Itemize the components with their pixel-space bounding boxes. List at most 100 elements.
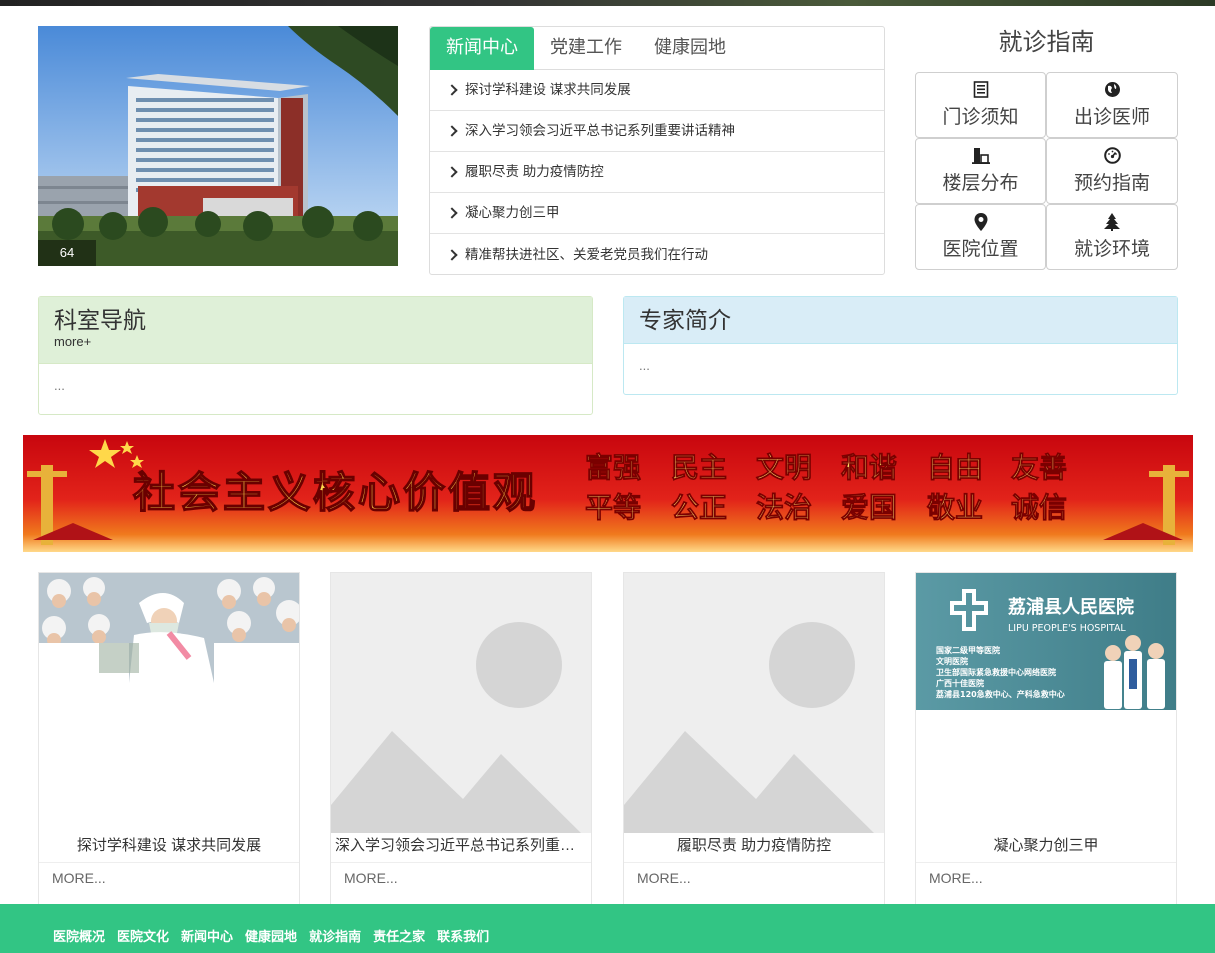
tab-party-work[interactable]: 党建工作 [534, 27, 638, 70]
value-word: 民主 [671, 451, 727, 484]
value-word: 公正 [671, 491, 727, 524]
list-icon [973, 81, 989, 101]
news-item-title: 探讨学科建设 谋求共同发展 [465, 82, 631, 97]
news-tabs-panel: 新闻中心 党建工作 健康园地 探讨学科建设 谋求共同发展 深入学习领会习近平总书… [429, 26, 885, 275]
slide-counter: 64 [38, 240, 96, 266]
hospital-honor: 广西十佳医院 [936, 678, 984, 688]
hospital-photo-slider[interactable]: 64 [38, 26, 398, 266]
guide-label: 预约指南 [1073, 173, 1150, 194]
news-tab-bar: 新闻中心 党建工作 健康园地 [430, 27, 884, 70]
footer-link-news[interactable]: 新闻中心 [181, 926, 233, 945]
chevron-right-icon [446, 248, 458, 261]
panel-heading: 科室导航 more+ [39, 297, 592, 364]
news-item[interactable]: 深入学习领会习近平总书记系列重要讲话精神 [430, 111, 884, 152]
card-title: 凝心聚力创三甲 [916, 833, 1176, 863]
chevron-right-icon [446, 125, 458, 137]
guide-location-button[interactable]: 医院位置 [915, 204, 1046, 270]
hospital-honor: 国家二级甲等医院 [936, 645, 1000, 655]
guide-appointment-button[interactable]: 预约指南 [1046, 138, 1178, 204]
footer-link-health[interactable]: 健康园地 [245, 926, 297, 945]
footer-link-culture[interactable]: 医院文化 [117, 926, 169, 945]
core-values-banner-image: 社会主义核心价值观 富强 民主 文明 和谐 自由 友善 平等 公正 法治 爱国 … [23, 435, 1193, 552]
guide-environment-button[interactable]: 就诊环境 [1046, 204, 1178, 270]
hospital-honor: 卫生部国际紧急救援中心网络医院 [936, 667, 1056, 677]
value-word: 平等 [585, 491, 641, 524]
nurses-photo [39, 573, 299, 833]
core-values-banner: 社会主义核心价值观 富强 民主 文明 和谐 自由 友善 平等 公正 法治 爱国 … [23, 435, 1193, 552]
news-item[interactable]: 探讨学科建设 谋求共同发展 [430, 70, 884, 111]
card-more-link[interactable]: MORE... [39, 863, 299, 893]
news-list: 探讨学科建设 谋求共同发展 深入学习领会习近平总书记系列重要讲话精神 履职尽责 … [430, 70, 884, 275]
tab-health-garden[interactable]: 健康园地 [638, 27, 742, 70]
hospital-logo-name-en: LIPU PEOPLE'S HOSPITAL [1008, 623, 1126, 634]
chevron-right-icon [446, 207, 458, 219]
card-more-link[interactable]: MORE... [624, 863, 884, 893]
news-item-title: 履职尽责 助力疫情防控 [465, 164, 604, 179]
value-word: 诚信 [1011, 491, 1067, 524]
dashboard-icon [1103, 147, 1121, 167]
image-placeholder [624, 573, 884, 833]
map-marker-icon [974, 213, 988, 233]
news-item-title: 精准帮扶进社区、关爱老党员我们在行动 [465, 246, 708, 262]
value-word: 自由 [927, 451, 983, 484]
card-title: 深入学习领会习近平总书记系列重要讲话精神 [331, 833, 591, 863]
value-word: 友善 [1011, 451, 1067, 484]
footer: 医院概况 医院文化 新闻中心 健康园地 就诊指南 责任之家 联系我们 [0, 904, 1215, 953]
hospital-promo-image: 荔浦县人民医院 LIPU PEOPLE'S HOSPITAL 国家二级甲等医院 … [916, 573, 1176, 833]
top-border [0, 0, 1215, 6]
value-word: 法治 [756, 491, 812, 524]
news-item[interactable]: 凝心聚力创三甲 [430, 193, 884, 234]
hospital-honor: 文明医院 [936, 656, 968, 666]
card-more-link[interactable]: MORE... [916, 863, 1176, 893]
building-icon [971, 147, 990, 167]
guide-label: 出诊医师 [1073, 107, 1150, 128]
value-word: 敬业 [926, 491, 983, 524]
guide-grid: 门诊须知 出诊医师 楼层分布 预约指南 医院位置 就诊环境 [915, 72, 1178, 270]
guide-label: 门诊须知 [942, 107, 1019, 128]
more-link[interactable]: more+ [54, 334, 577, 350]
guide-doctors-button[interactable]: 出诊医师 [1046, 72, 1178, 138]
panel-body: ... [54, 378, 65, 393]
guide-label: 楼层分布 [942, 173, 1019, 194]
panel-body: ... [639, 358, 650, 373]
expert-intro-panel: 专家简介 ... [623, 296, 1178, 395]
department-navigation-panel: 科室导航 more+ ... [38, 296, 593, 415]
footer-link-responsibility[interactable]: 责任之家 [373, 926, 425, 945]
news-card[interactable]: 探讨学科建设 谋求共同发展 MORE... [38, 572, 300, 906]
guide-title: 就诊指南 [998, 29, 1095, 56]
card-title: 履职尽责 助力疫情防控 [624, 833, 884, 863]
value-word: 富强 [585, 451, 641, 484]
chevron-right-icon [446, 166, 458, 178]
footer-link-contact[interactable]: 联系我们 [437, 926, 489, 945]
value-word: 文明 [756, 451, 812, 484]
chevron-right-icon [446, 84, 458, 96]
card-title: 探讨学科建设 谋求共同发展 [39, 833, 299, 863]
news-item-title: 深入学习领会习近平总书记系列重要讲话精神 [465, 123, 735, 138]
hospital-logo-name: 荔浦县人民医院 [1008, 596, 1134, 618]
panel-heading: 专家简介 [624, 297, 1177, 344]
news-item[interactable]: 履职尽责 助力疫情防控 [430, 152, 884, 193]
tab-news-center[interactable]: 新闻中心 [430, 27, 534, 70]
hospital-building-image [38, 26, 398, 266]
value-word: 爱国 [841, 491, 897, 524]
news-card[interactable]: 深入学习领会习近平总书记系列重要讲话精神 MORE... [330, 572, 592, 906]
footer-link-guide[interactable]: 就诊指南 [309, 926, 361, 945]
news-card[interactable]: 荔浦县人民医院 LIPU PEOPLE'S HOSPITAL 国家二级甲等医院 … [915, 572, 1177, 906]
guide-label: 就诊环境 [1073, 239, 1150, 260]
image-placeholder-icon [331, 573, 591, 833]
slogan-text: 社会主义核心价值观 [133, 468, 538, 517]
card-more-link[interactable]: MORE... [331, 863, 591, 893]
globe-icon [1104, 81, 1121, 101]
tree-icon [1104, 213, 1120, 233]
footer-nav: 医院概况 医院文化 新闻中心 健康园地 就诊指南 责任之家 联系我们 [0, 904, 1215, 945]
news-item-title: 凝心聚力创三甲 [465, 205, 560, 220]
news-item[interactable]: 精准帮扶进社区、关爱老党员我们在行动 [430, 234, 884, 275]
guide-outpatient-notice-button[interactable]: 门诊须知 [915, 72, 1046, 138]
image-placeholder-icon [624, 573, 884, 833]
guide-label: 医院位置 [942, 239, 1019, 260]
news-card[interactable]: 履职尽责 助力疫情防控 MORE... [623, 572, 885, 906]
footer-link-overview[interactable]: 医院概况 [53, 926, 105, 945]
value-word: 和谐 [841, 451, 897, 484]
image-placeholder [331, 573, 591, 833]
guide-floor-plan-button[interactable]: 楼层分布 [915, 138, 1046, 204]
